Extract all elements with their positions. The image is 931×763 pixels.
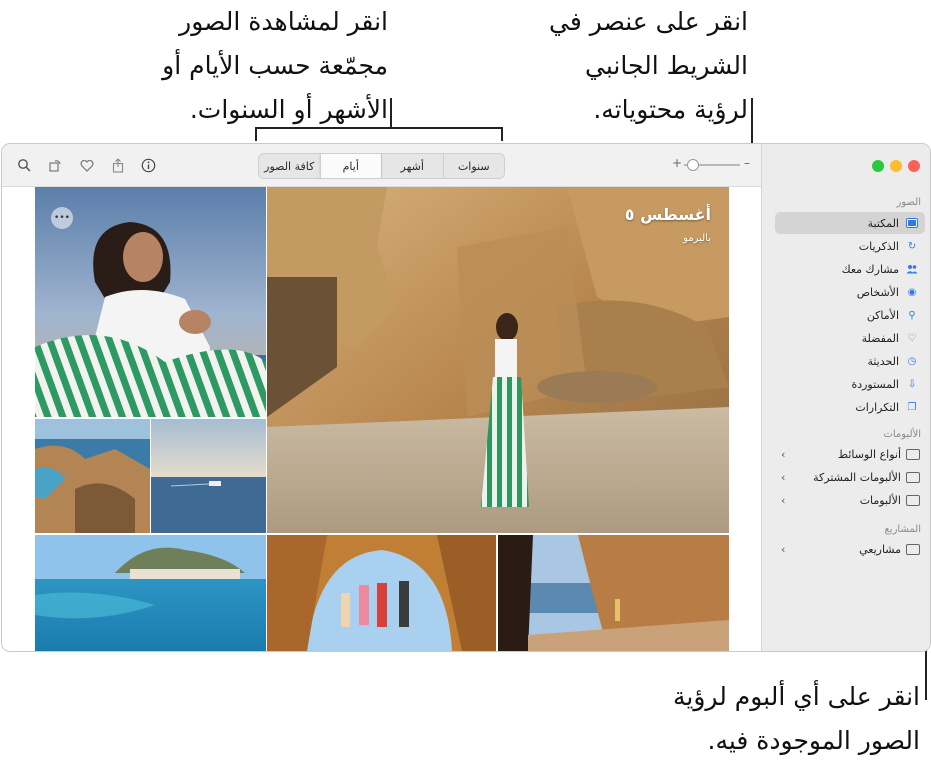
- search-icon[interactable]: [15, 156, 33, 174]
- photo-bay[interactable]: [35, 535, 266, 651]
- photo-arch-friends[interactable]: [267, 535, 496, 651]
- photos-window: سنوات أشهر أيام كافة الصور + – ••• أغسطس…: [1, 143, 931, 652]
- zoom-window-button[interactable]: [908, 160, 920, 172]
- callout-line: مجمّعة حسب الأيام أو: [162, 51, 388, 80]
- photo-sea-boat[interactable]: [151, 419, 266, 533]
- photo-featured[interactable]: أغسطس ٥ باليرمو: [267, 187, 729, 533]
- sidebar-item-library[interactable]: المكتبة: [775, 212, 925, 234]
- chevron-icon[interactable]: ›: [781, 471, 785, 484]
- tab-months[interactable]: أشهر: [381, 154, 443, 178]
- callout-grouping: انقر لمشاهدة الصور مجمّعة حسب الأيام أو …: [138, 0, 388, 132]
- leader-line: [501, 127, 503, 141]
- ellipsis-icon: •••: [54, 213, 70, 223]
- tab-days[interactable]: أيام: [319, 154, 381, 178]
- callout-line: انقر على أي ألبوم لرؤية: [672, 682, 920, 711]
- photo-cliff-path[interactable]: [498, 535, 729, 651]
- sidebar-item-my-projects[interactable]: مشاريعي ›: [775, 538, 925, 560]
- folder-icon: [906, 448, 920, 460]
- date-title: أغسطس ٥: [624, 205, 711, 224]
- sidebar-item-label: الحديثة: [867, 354, 899, 368]
- sidebar-item-shared-with-you[interactable]: مشارك معك: [775, 258, 925, 280]
- sidebar: الصور المكتبة ↻ الذكريات مشارك معك ◉ الأ…: [761, 144, 930, 651]
- sidebar-item-label: المكتبة: [867, 216, 899, 230]
- sidebar-item-label: المفضلة: [861, 331, 899, 345]
- callout-line: الأشهر أو السنوات.: [189, 95, 388, 124]
- sidebar-item-label: أنواع الوسائط: [837, 447, 901, 461]
- shared-with-you-icon: [905, 262, 919, 276]
- sidebar-item-label: الألبومات: [859, 493, 901, 507]
- chevron-icon[interactable]: ›: [781, 494, 785, 507]
- callout-sidebar: انقر على عنصر في الشريط الجانبي لرؤية مح…: [540, 0, 748, 132]
- chevron-icon[interactable]: ›: [781, 543, 785, 556]
- sidebar-item-recents[interactable]: ◷ الحديثة: [775, 350, 925, 372]
- tab-years[interactable]: سنوات: [442, 154, 505, 178]
- sidebar-item-albums[interactable]: الألبومات ›: [775, 489, 925, 511]
- rotate-icon[interactable]: [46, 156, 64, 174]
- memories-icon: ↻: [907, 240, 917, 252]
- sidebar-item-duplicates[interactable]: ❐ التكرارات: [775, 396, 925, 418]
- photo-grid: ••• أغسطس ٥ باليرمو: [35, 187, 729, 651]
- info-icon[interactable]: [139, 156, 157, 174]
- folder-icon: [906, 543, 920, 555]
- tab-all-photos[interactable]: كافة الصور: [259, 154, 320, 178]
- heart-icon[interactable]: [78, 156, 96, 174]
- sidebar-item-label: المستوردة: [851, 377, 899, 391]
- callout-line: الصور الموجودة فيه.: [707, 726, 921, 755]
- more-button[interactable]: •••: [51, 207, 73, 229]
- callout-line: انقر على عنصر في: [549, 7, 748, 36]
- view-segmented-control: سنوات أشهر أيام كافة الصور: [258, 153, 505, 179]
- imports-icon: ⇩: [907, 378, 917, 390]
- section-header-albums: الألبومات: [883, 429, 921, 440]
- location-label: باليرمو: [683, 233, 711, 244]
- sidebar-item-shared-albums[interactable]: الألبومات المشتركة ›: [775, 466, 925, 488]
- callout-line: الشريط الجانبي: [585, 51, 748, 80]
- toolbar: سنوات أشهر أيام كافة الصور + –: [2, 144, 761, 187]
- sidebar-item-label: مشارك معك: [841, 262, 899, 276]
- sidebar-item-label: الأماكن: [866, 308, 899, 322]
- sidebar-item-label: مشاريعي: [859, 542, 901, 556]
- close-window-button[interactable]: [872, 160, 884, 172]
- sidebar-item-imports[interactable]: ⇩ المستوردة: [775, 373, 925, 395]
- recents-icon: ◷: [907, 355, 917, 367]
- duplicates-icon: ❐: [907, 401, 917, 413]
- callout-line: انقر لمشاهدة الصور: [179, 7, 388, 36]
- favorites-icon: ♡: [907, 332, 917, 344]
- section-header-projects: المشاريع: [884, 524, 921, 535]
- shared-albums-icon: [906, 471, 920, 483]
- share-icon[interactable]: [109, 156, 127, 174]
- leader-line: [390, 98, 392, 128]
- folder-icon: [906, 494, 920, 506]
- photo-coast[interactable]: [35, 419, 150, 533]
- minimize-window-button[interactable]: [890, 160, 902, 172]
- sidebar-item-label: الأشخاص: [856, 285, 899, 299]
- callout-line: لرؤية محتوياته.: [593, 95, 748, 124]
- sidebar-item-favorites[interactable]: ♡ المفضلة: [775, 327, 925, 349]
- sidebar-item-label: الذكريات: [858, 239, 899, 253]
- zoom-in-label: +: [672, 156, 683, 170]
- places-icon: ⚲: [908, 309, 916, 321]
- leader-line: [255, 127, 503, 129]
- photo-portrait[interactable]: •••: [35, 187, 266, 417]
- zoom-slider[interactable]: + –: [670, 156, 752, 173]
- callout-albums: انقر على أي ألبوم لرؤية الصور الموجودة ف…: [630, 675, 920, 763]
- zoom-out-label: –: [744, 156, 750, 170]
- sidebar-item-places[interactable]: ⚲ الأماكن: [775, 304, 925, 326]
- people-icon: ◉: [907, 286, 917, 298]
- sidebar-item-people[interactable]: ◉ الأشخاص: [775, 281, 925, 303]
- zoom-knob[interactable]: [687, 159, 700, 171]
- library-icon: [905, 216, 919, 230]
- sidebar-item-label: التكرارات: [855, 400, 899, 414]
- chevron-icon[interactable]: ›: [781, 448, 785, 461]
- sidebar-item-memories[interactable]: ↻ الذكريات: [775, 235, 925, 257]
- leader-line: [255, 127, 257, 141]
- sidebar-item-media-types[interactable]: أنواع الوسائط ›: [775, 443, 925, 465]
- section-header-photos: الصور: [896, 197, 922, 208]
- sidebar-item-label: الألبومات المشتركة: [813, 470, 901, 484]
